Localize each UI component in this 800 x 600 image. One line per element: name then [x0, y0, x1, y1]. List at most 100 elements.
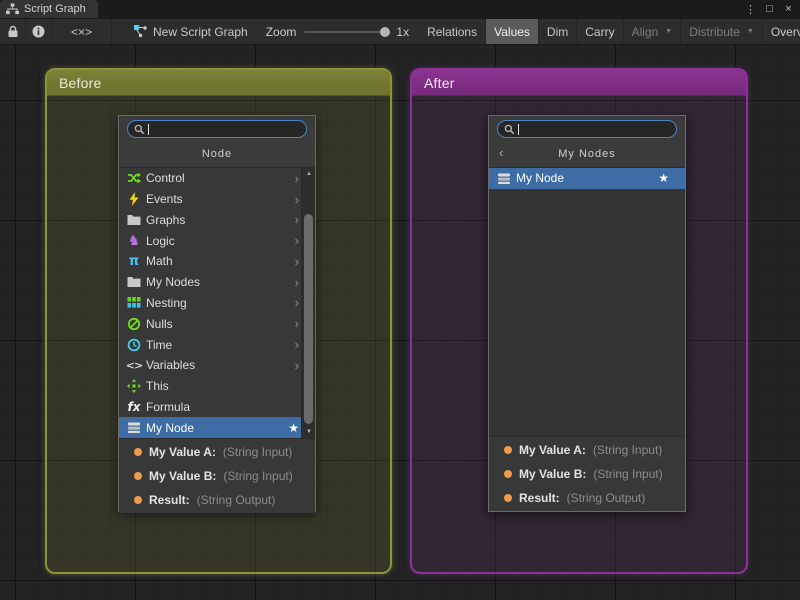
port-type: (String Input) [593, 443, 662, 457]
finder-item-graphs[interactable]: Graphs › [119, 210, 315, 231]
finder-item-label: Nesting [146, 296, 187, 310]
tab-script-graph[interactable]: Script Graph [0, 0, 98, 18]
search-row [489, 116, 685, 141]
search-input[interactable] [522, 122, 670, 136]
port-dot-icon [504, 446, 512, 454]
finder-item-formula[interactable]: fx Formula [119, 396, 315, 417]
view-options-cluster: Relations Values Dim Carry Align ▼ Distr… [419, 19, 800, 44]
finder-item-time[interactable]: Time › [119, 334, 315, 355]
finder-scrollbar[interactable]: ▲ ▼ [301, 168, 315, 438]
node-ports-preview: My Value A: (String Input) My Value B: (… [489, 436, 685, 511]
tab-title: Script Graph [24, 3, 86, 15]
info-icon [32, 25, 45, 38]
scrollbar-thumb[interactable] [304, 214, 313, 424]
port-row: My Value A: (String Input) [489, 440, 685, 461]
finder-item-nesting[interactable]: Nesting › [119, 293, 315, 314]
window-tab-bar: Script Graph ⋮ □ × [0, 0, 800, 18]
chevron-right-icon: › [295, 213, 299, 226]
finder-empty-area [489, 189, 685, 436]
finder-option-list: Control › Events › [119, 168, 315, 438]
finder-item-label: Nulls [146, 317, 173, 331]
distribute-dropdown[interactable]: Distribute ▼ [681, 19, 763, 44]
fuzzy-finder-after: ‹ My Nodes My Node ★ My Value A: [488, 115, 686, 512]
finder-item-events[interactable]: Events › [119, 189, 315, 210]
group-after-header[interactable]: After [412, 70, 746, 96]
port-type: (String Output) [197, 493, 276, 507]
relations-label: Relations [427, 25, 477, 39]
finder-item-variables[interactable]: <> Variables › [119, 355, 315, 376]
port-row: Result: (String Output) [119, 490, 315, 511]
finder-header: ‹ My Nodes [489, 141, 685, 168]
port-row: Result: (String Output) [489, 488, 685, 509]
port-row: My Value B: (String Input) [489, 464, 685, 485]
chevron-right-icon: › [295, 276, 299, 289]
finder-header-title: Node [202, 148, 232, 160]
zoom-control: Zoom 1x [256, 19, 419, 44]
search-box[interactable] [127, 120, 307, 138]
edit-graph-button[interactable]: <×> [52, 19, 112, 44]
port-dot-icon [134, 496, 142, 504]
scroll-down-icon[interactable]: ▼ [302, 426, 316, 438]
lock-icon [7, 25, 19, 38]
zoom-slider-knob[interactable] [380, 27, 390, 37]
port-name: My Value B: [149, 469, 216, 483]
text-cursor [518, 124, 519, 135]
finder-item-my-node[interactable]: My Node ★ [119, 417, 315, 438]
back-arrow-icon[interactable]: ‹ [499, 145, 503, 160]
port-row: My Value B: (String Input) [119, 466, 315, 487]
chevron-right-icon: › [295, 234, 299, 247]
maximize-button[interactable]: □ [762, 1, 777, 17]
align-dropdown[interactable]: Align ▼ [624, 19, 682, 44]
finder-item-math[interactable]: π Math › [119, 251, 315, 272]
finder-item-this[interactable]: This [119, 376, 315, 397]
folder-icon [126, 275, 142, 290]
finder-item-label: Events [146, 192, 183, 206]
port-type: (String Output) [567, 491, 646, 505]
finder-item-label: Math [146, 254, 173, 268]
group-before-header[interactable]: Before [47, 70, 390, 96]
finder-item-label: Graphs [146, 213, 185, 227]
favorite-star-icon[interactable]: ★ [288, 422, 299, 434]
values-label: Values [494, 25, 530, 39]
search-box[interactable] [497, 120, 677, 138]
node-icon [126, 420, 142, 435]
fuzzy-finder-before: Node Control › [118, 115, 316, 512]
overview-label: Overview [771, 25, 800, 39]
chevron-right-icon: › [295, 172, 299, 185]
finder-item-logic[interactable]: ♞ Logic › [119, 230, 315, 251]
new-script-graph-button[interactable]: New Script Graph [126, 19, 256, 44]
search-row [119, 116, 315, 141]
values-button[interactable]: Values [486, 19, 539, 44]
finder-item-label: Logic [146, 234, 175, 248]
code-brackets-icon: <×> [71, 25, 92, 39]
graph-hierarchy-icon [6, 3, 19, 15]
chevron-down-icon: ▼ [665, 28, 672, 35]
port-type: (String Input) [223, 445, 292, 459]
relations-button[interactable]: Relations [419, 19, 486, 44]
search-icon [504, 124, 515, 135]
window-menu-button[interactable]: ⋮ [743, 1, 758, 17]
info-button[interactable] [26, 19, 52, 44]
scroll-up-icon[interactable]: ▲ [302, 168, 316, 180]
close-button[interactable]: × [781, 1, 796, 17]
favorite-star-icon[interactable]: ★ [658, 172, 669, 184]
dim-button[interactable]: Dim [539, 19, 577, 44]
finder-item-nulls[interactable]: Nulls › [119, 313, 315, 334]
port-name: Result: [149, 493, 190, 507]
carry-button[interactable]: Carry [577, 19, 623, 44]
window-controls: ⋮ □ × [743, 0, 800, 18]
finder-item-my-node[interactable]: My Node ★ [489, 168, 685, 189]
port-dot-icon [134, 472, 142, 480]
port-type: (String Input) [223, 469, 292, 483]
events-icon [126, 192, 142, 207]
zoom-value: 1x [396, 25, 409, 39]
graph-canvas[interactable]: Before After [0, 45, 800, 600]
overview-button[interactable]: Overview [763, 19, 800, 44]
finder-header: Node [119, 141, 315, 168]
distribute-label: Distribute [689, 25, 740, 39]
lock-button[interactable] [0, 19, 26, 44]
finder-item-control[interactable]: Control › [119, 168, 315, 189]
finder-item-my-nodes[interactable]: My Nodes › [119, 272, 315, 293]
search-input[interactable] [152, 122, 300, 136]
zoom-slider[interactable] [304, 31, 388, 33]
